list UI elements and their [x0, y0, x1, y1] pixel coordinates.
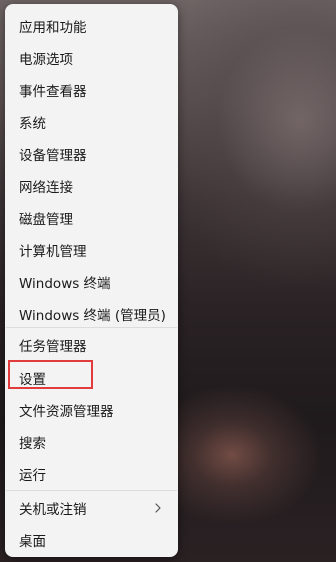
chevron-right-icon [150, 500, 166, 516]
menu-item-label: 事件查看器 [19, 84, 87, 100]
menu-item-label: 桌面 [19, 534, 46, 550]
menu-item-label: 设备管理器 [19, 148, 87, 164]
menu-item-power-options[interactable]: 电源选项 [9, 43, 174, 73]
menu-item-event-viewer[interactable]: 事件查看器 [9, 75, 174, 105]
menu-item-label: Windows 终端 [19, 276, 111, 292]
menu-divider [6, 327, 177, 328]
menu-item-label: 任务管理器 [19, 339, 87, 355]
menu-item-label: 电源选项 [19, 52, 73, 68]
menu-item-label: 系统 [19, 116, 46, 132]
menu-item-label: 关机或注销 [19, 502, 87, 518]
menu-item-desktop[interactable]: 桌面 [9, 525, 174, 555]
menu-item-settings[interactable]: 设置 [9, 363, 174, 393]
menu-item-network-connections[interactable]: 网络连接 [9, 171, 174, 201]
menu-item-label: 网络连接 [19, 180, 73, 196]
menu-item-label: Windows 终端 (管理员) [19, 308, 166, 324]
menu-divider [6, 490, 177, 491]
menu-item-system[interactable]: 系统 [9, 107, 174, 137]
menu-item-label: 文件资源管理器 [19, 404, 114, 420]
menu-item-computer-management[interactable]: 计算机管理 [9, 235, 174, 265]
menu-item-search[interactable]: 搜索 [9, 427, 174, 457]
menu-item-label: 应用和功能 [19, 20, 87, 36]
menu-item-windows-terminal[interactable]: Windows 终端 [9, 267, 174, 297]
menu-item-label: 搜索 [19, 436, 46, 452]
menu-item-task-manager[interactable]: 任务管理器 [9, 330, 174, 360]
menu-item-shutdown-or-sign-out[interactable]: 关机或注销 [9, 493, 174, 523]
menu-item-disk-management[interactable]: 磁盘管理 [9, 203, 174, 233]
menu-item-device-manager[interactable]: 设备管理器 [9, 139, 174, 169]
menu-item-run[interactable]: 运行 [9, 459, 174, 489]
menu-item-file-explorer[interactable]: 文件资源管理器 [9, 395, 174, 425]
menu-item-label: 设置 [19, 372, 46, 388]
quick-link-context-menu: 应用和功能 电源选项 事件查看器 系统 设备管理器 网络连接 磁盘管理 计算机管… [5, 4, 178, 557]
menu-item-apps-and-features[interactable]: 应用和功能 [9, 11, 174, 41]
menu-item-windows-terminal-admin[interactable]: Windows 终端 (管理员) [9, 299, 174, 329]
menu-item-label: 运行 [19, 468, 46, 484]
menu-item-label: 计算机管理 [19, 244, 87, 260]
menu-item-label: 磁盘管理 [19, 212, 73, 228]
